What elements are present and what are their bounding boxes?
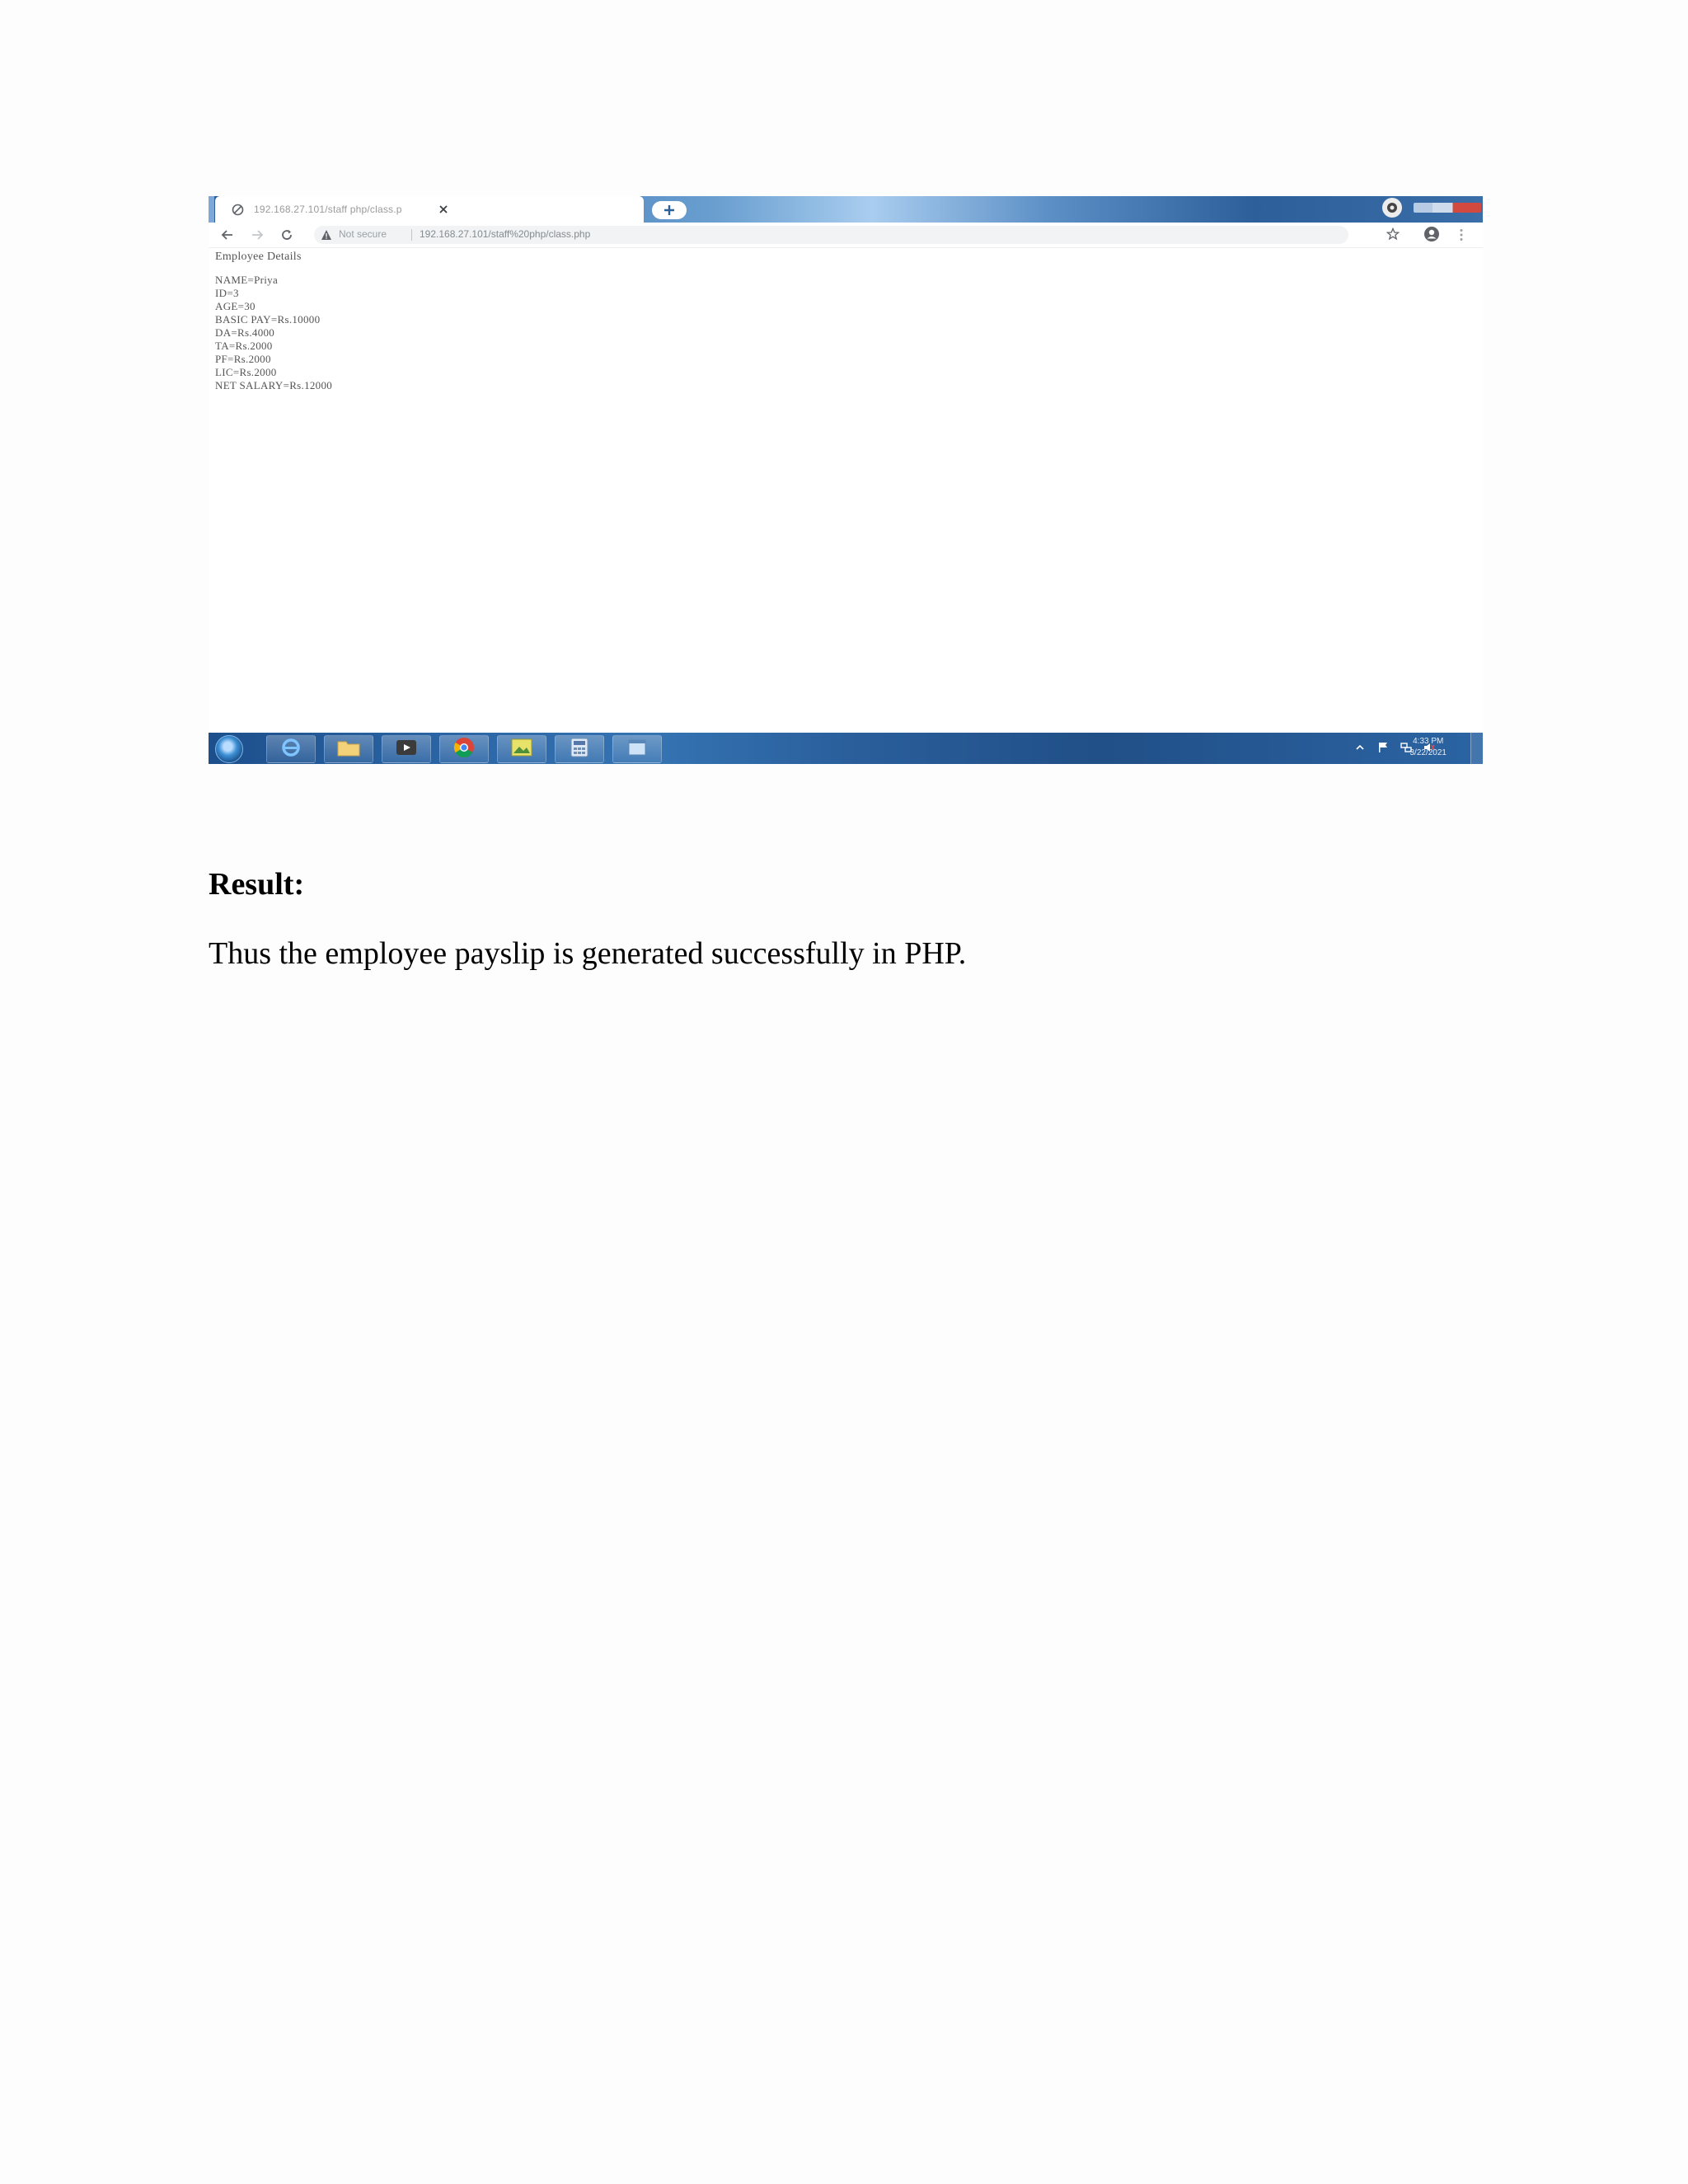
- more-menu-icon[interactable]: [1457, 227, 1465, 243]
- warning-icon: [321, 229, 332, 241]
- url-text: 192.168.27.101/staff%20php/class.php: [420, 228, 591, 240]
- reload-icon[interactable]: [279, 227, 294, 242]
- result-heading: Result:: [209, 867, 305, 902]
- page-heading: Employee Details: [215, 251, 302, 263]
- close-icon[interactable]: [437, 203, 450, 216]
- calculator-icon: [570, 738, 589, 762]
- flag-icon[interactable]: [1377, 742, 1389, 753]
- internet-explorer-icon: [280, 737, 302, 762]
- web-page-content: Employee Details NAME=Priya ID=3 AGE=30 …: [215, 251, 332, 392]
- taskbar-clock[interactable]: 4:33 PM 3/22/2021: [1410, 736, 1447, 759]
- tab-strip-edge: [209, 196, 214, 223]
- detail-da: DA=Rs.4000: [215, 326, 275, 339]
- taskbar-file-explorer[interactable]: [324, 735, 373, 763]
- detail-id: ID=3: [215, 287, 239, 299]
- windows-taskbar: 4:33 PM 3/22/2021: [209, 733, 1483, 764]
- detail-name: NAME=Priya: [215, 274, 279, 286]
- show-desktop-button[interactable]: [1470, 733, 1483, 764]
- taskbar-calculator[interactable]: [555, 735, 604, 763]
- address-separator: [411, 229, 412, 241]
- detail-age: AGE=30: [215, 300, 256, 312]
- back-arrow-icon[interactable]: [220, 227, 235, 242]
- taskbar-media-player[interactable]: [382, 735, 431, 763]
- new-tab-button[interactable]: [652, 201, 687, 219]
- address-bar[interactable]: Not secure 192.168.27.101/staff%20php/cl…: [314, 226, 1348, 244]
- detail-pf: PF=Rs.2000: [215, 353, 271, 365]
- start-button[interactable]: [215, 735, 243, 763]
- profile-icon[interactable]: [1382, 198, 1402, 218]
- globe-icon: [232, 204, 244, 216]
- window-controls: [1351, 196, 1483, 219]
- account-icon[interactable]: [1423, 225, 1441, 243]
- tab-strip: 192.168.27.101/staff php/class.p: [209, 196, 1483, 223]
- browser-screenshot: 192.168.27.101/staff php/class.p Not sec…: [209, 196, 1483, 764]
- detail-basic-pay: BASIC PAY=Rs.10000: [215, 313, 321, 326]
- detail-net-salary: NET SALARY=Rs.12000: [215, 379, 333, 391]
- taskbar-image-viewer[interactable]: [497, 735, 546, 763]
- clock-date: 3/22/2021: [1409, 748, 1447, 757]
- chrome-icon: [452, 736, 476, 763]
- browser-toolbar: Not secure 192.168.27.101/staff%20php/cl…: [209, 223, 1483, 248]
- folder-icon: [337, 738, 360, 761]
- browser-tab[interactable]: 192.168.27.101/staff php/class.p: [215, 196, 644, 223]
- clock-time: 4:33 PM: [1413, 737, 1444, 746]
- security-label: Not secure: [339, 228, 387, 240]
- forward-arrow-icon[interactable]: [250, 227, 265, 242]
- result-text: Thus the employee payslip is generated s…: [209, 936, 967, 971]
- detail-lic: LIC=Rs.2000: [215, 366, 277, 378]
- bookmark-star-icon[interactable]: [1386, 227, 1400, 241]
- taskbar-window-app[interactable]: [612, 735, 662, 763]
- window-icon: [627, 738, 647, 761]
- media-player-icon: [396, 738, 417, 761]
- taskbar-chrome[interactable]: [439, 735, 489, 763]
- show-hidden-icons-icon[interactable]: [1354, 742, 1366, 753]
- image-viewer-icon: [511, 738, 532, 761]
- tab-title: 192.168.27.101/staff php/class.p: [254, 204, 402, 215]
- taskbar-internet-explorer[interactable]: [266, 735, 316, 763]
- minimize-maximize-close-buttons[interactable]: [1414, 203, 1481, 213]
- detail-ta: TA=Rs.2000: [215, 340, 273, 352]
